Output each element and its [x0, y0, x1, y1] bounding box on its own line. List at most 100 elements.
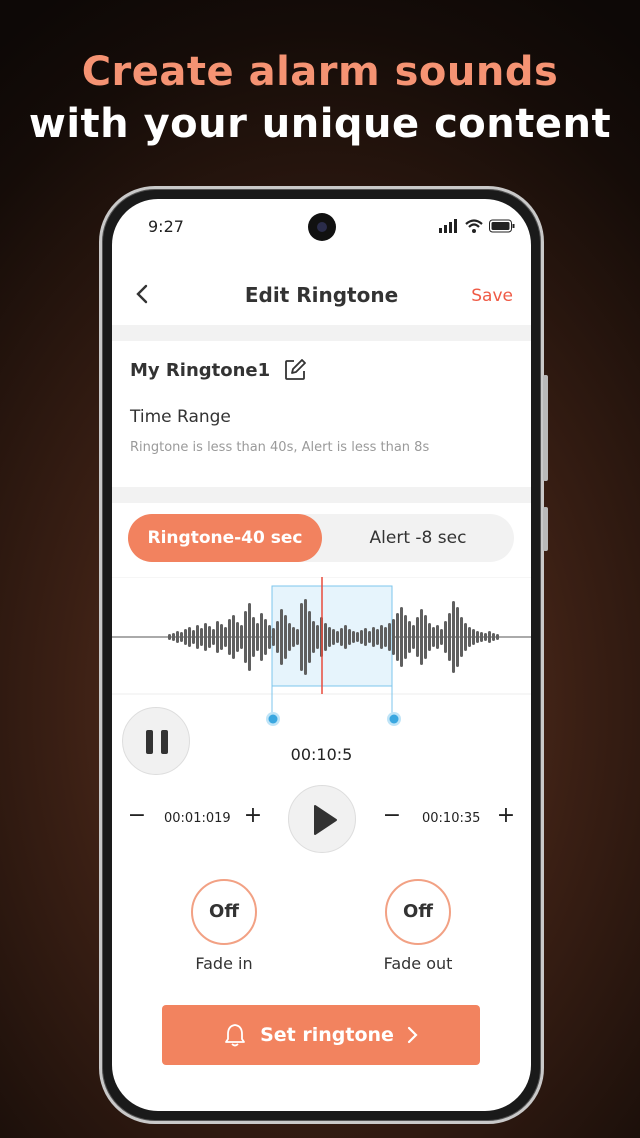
waveform-bar: [352, 631, 355, 643]
waveform-bar: [476, 631, 479, 643]
waveform-bar: [428, 623, 431, 651]
waveform-bar: [228, 619, 231, 655]
waveform-bar: [388, 623, 391, 651]
divider: [112, 487, 531, 503]
waveform-bar: [216, 621, 219, 653]
waveform-bar: [180, 632, 183, 642]
waveform-bar: [188, 627, 191, 647]
start-time: 00:01:019: [164, 811, 231, 826]
waveform-bar: [224, 627, 227, 647]
waveform-bar: [368, 631, 371, 643]
status-bar: 9:27: [112, 199, 531, 255]
waveform-editor[interactable]: [112, 577, 531, 717]
power-button: [543, 507, 548, 551]
waveform-bar: [400, 607, 403, 667]
end-handle[interactable]: [383, 708, 405, 730]
play-button[interactable]: [288, 785, 356, 853]
waveform-bar: [292, 627, 295, 647]
promo-headline: Create alarm sounds with your unique con…: [0, 46, 640, 150]
waveform-bar: [412, 625, 415, 649]
top-nav: Edit Ringtone Save: [112, 269, 531, 321]
page-title: Edit Ringtone: [244, 283, 399, 307]
battery-icon: [489, 219, 515, 233]
waveform-bar: [260, 613, 263, 661]
waveform-bar: [432, 627, 435, 647]
fade-out-label: Fade out: [383, 954, 453, 973]
waveform-bar: [312, 621, 315, 653]
start-plus-button[interactable]: +: [240, 803, 266, 828]
signal-icon: [439, 219, 457, 233]
waveform-bar: [168, 634, 171, 640]
waveform-bar: [268, 625, 271, 649]
divider: [112, 325, 531, 341]
app-screen: 9:27 Edit Ringtone Save My Ringtone1 Tim…: [112, 199, 531, 1111]
tab-alert[interactable]: Alert -8 sec: [322, 514, 514, 562]
waveform-bar: [408, 621, 411, 653]
waveform-bar: [420, 609, 423, 665]
fade-out-toggle[interactable]: Off: [385, 879, 451, 945]
waveform-bar: [328, 627, 331, 647]
waveform-bar: [480, 632, 483, 642]
ringtone-name: My Ringtone1: [130, 359, 271, 381]
waveform-bar: [440, 629, 443, 645]
pause-button[interactable]: [122, 707, 190, 775]
save-button[interactable]: Save: [471, 286, 513, 306]
waveform-bar: [240, 625, 243, 649]
waveform-bar: [300, 603, 303, 671]
waveform-bar: [376, 629, 379, 645]
waveform-bar: [316, 625, 319, 649]
waveform-bar: [308, 611, 311, 663]
waveform-bar: [244, 611, 247, 663]
waveform-bar: [288, 623, 291, 651]
waveform-bar: [284, 615, 287, 659]
waveform-bar: [220, 624, 223, 650]
waveform-bar: [344, 625, 347, 649]
waveform-bar: [172, 633, 175, 641]
waveform-bar: [472, 629, 475, 645]
time-range-label: Time Range: [130, 407, 231, 427]
phone-frame: 9:27 Edit Ringtone Save My Ringtone1 Tim…: [99, 186, 548, 1124]
set-ringtone-label: Set ringtone: [260, 1024, 394, 1046]
volume-button: [543, 375, 548, 481]
waveform-bar: [496, 634, 499, 640]
waveform-bar: [380, 625, 383, 649]
waveform-bar: [276, 621, 279, 653]
fade-in-label: Fade in: [195, 954, 253, 973]
waveform-bar: [208, 626, 211, 648]
waveform-bar: [436, 625, 439, 649]
waveform-bar: [384, 627, 387, 647]
set-ringtone-button[interactable]: Set ringtone: [162, 1005, 480, 1065]
play-icon: [314, 805, 337, 835]
waveform-bar: [452, 601, 455, 673]
headline-line-1: Create alarm sounds: [81, 49, 559, 95]
chevron-right-icon: [407, 1026, 418, 1044]
waveform-bar: [256, 623, 259, 651]
waveform-bar: [196, 625, 199, 649]
waveform-bar: [424, 615, 427, 659]
waveform-bar: [396, 613, 399, 661]
waveform-bar: [356, 632, 359, 642]
bell-icon: [225, 1024, 245, 1047]
waveform-bar: [464, 623, 467, 651]
end-time: 00:10:35: [422, 811, 481, 826]
status-time: 9:27: [148, 217, 184, 236]
start-minus-button[interactable]: −: [124, 803, 150, 828]
start-handle[interactable]: [262, 708, 284, 730]
waveform-bar: [364, 628, 367, 646]
waveform-bar: [416, 617, 419, 657]
end-minus-button[interactable]: −: [379, 803, 405, 828]
waveform-bar: [332, 629, 335, 645]
waveform-bar: [304, 599, 307, 675]
duration-segmented-control: Ringtone-40 sec Alert -8 sec: [128, 514, 514, 562]
fade-in-toggle[interactable]: Off: [191, 879, 257, 945]
waveform-bar: [248, 603, 251, 671]
waveform-bar: [336, 631, 339, 643]
edit-icon[interactable]: [284, 359, 307, 381]
waveform-bar: [272, 628, 275, 646]
waveform-bar: [212, 629, 215, 645]
waveform-bar: [184, 629, 187, 645]
duration-hint: Ringtone is less than 40s, Alert is less…: [130, 440, 430, 455]
tab-ringtone[interactable]: Ringtone-40 sec: [128, 514, 322, 562]
system-icons: [439, 219, 515, 233]
end-plus-button[interactable]: +: [493, 803, 519, 828]
